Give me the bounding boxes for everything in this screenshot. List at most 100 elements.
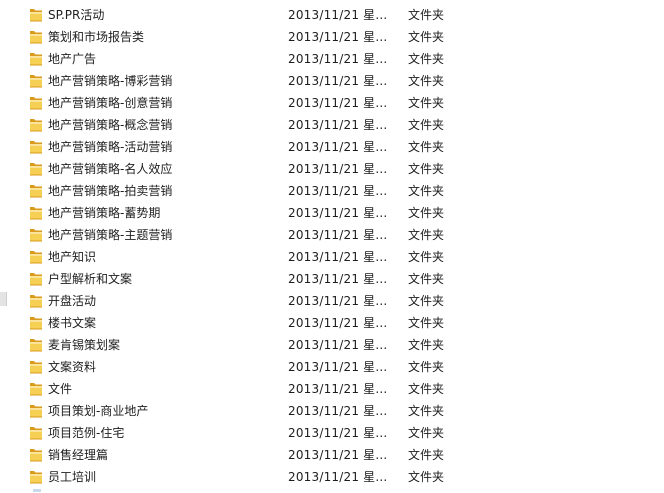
file-name[interactable]: 策划和市场报告类	[48, 30, 144, 44]
file-name[interactable]: 户型解析和文案	[48, 272, 132, 286]
folder-icon	[29, 205, 43, 220]
file-name[interactable]: 地产广告	[48, 52, 96, 66]
modified-date: 2013/11/21 星...	[288, 448, 388, 462]
modified-date: 2013/11/21 星...	[288, 52, 388, 66]
folder-icon	[29, 381, 43, 396]
modified-date: 2013/11/21 星...	[288, 426, 388, 440]
folder-icon	[29, 359, 43, 374]
file-row[interactable]: 地产营销策略-名人效应 2013/11/21 星... 文件夹	[0, 158, 664, 180]
folder-icon	[29, 469, 43, 484]
file-row[interactable]: 开盘活动 2013/11/21 星... 文件夹	[0, 290, 664, 312]
file-type: 文件夹	[408, 228, 445, 242]
file-name[interactable]: 员工培训	[48, 470, 96, 484]
file-name[interactable]: 地产营销策略-概念营销	[48, 118, 172, 132]
file-name[interactable]: 楼书文案	[48, 316, 96, 330]
modified-date: 2013/11/21 星...	[288, 184, 388, 198]
file-type: 文件夹	[408, 294, 445, 308]
file-type: 文件夹	[408, 448, 445, 462]
file-name[interactable]: 地产营销策略-创意营销	[48, 96, 172, 110]
file-row[interactable]: 员工培训 2013/11/21 星... 文件夹	[0, 466, 664, 488]
file-type: 文件夹	[408, 162, 445, 176]
file-row[interactable]: 策划和市场报告类 2013/11/21 星... 文件夹	[0, 26, 664, 48]
modified-date: 2013/11/21 星...	[288, 470, 388, 484]
modified-date: 2013/11/21 星...	[288, 360, 388, 374]
file-row[interactable]: 地产营销策略-主题营销 2013/11/21 星... 文件夹	[0, 224, 664, 246]
modified-date: 2013/11/21 星...	[288, 96, 388, 110]
file-type: 文件夹	[408, 30, 445, 44]
file-type: 文件夹	[408, 96, 445, 110]
file-row[interactable]: 文件 2013/11/21 星... 文件夹	[0, 378, 664, 400]
file-name[interactable]: 文案资料	[48, 360, 96, 374]
modified-date: 2013/11/21 星...	[288, 272, 388, 286]
folder-icon	[29, 293, 43, 308]
folder-icon	[29, 117, 43, 132]
file-row[interactable]: 地产知识 2013/11/21 星... 文件夹	[0, 246, 664, 268]
file-name[interactable]: 地产知识	[48, 250, 96, 264]
file-type: 文件夹	[408, 382, 445, 396]
file-name[interactable]: 项目范例-住宅	[48, 426, 124, 440]
file-row[interactable]: 地产营销策略-创意营销 2013/11/21 星... 文件夹	[0, 92, 664, 114]
file-row[interactable]: 楼书文案 2013/11/21 星... 文件夹	[0, 312, 664, 334]
file-type: 文件夹	[408, 74, 445, 88]
file-type: 文件夹	[408, 206, 445, 220]
next-row-edge	[33, 489, 41, 492]
file-name[interactable]: 地产营销策略-蓄势期	[48, 206, 160, 220]
file-name[interactable]: 地产营销策略-拍卖营销	[48, 184, 172, 198]
file-name[interactable]: 地产营销策略-名人效应	[48, 162, 172, 176]
modified-date: 2013/11/21 星...	[288, 8, 388, 22]
file-row[interactable]: 地产营销策略-拍卖营销 2013/11/21 星... 文件夹	[0, 180, 664, 202]
file-name[interactable]: 开盘活动	[48, 294, 96, 308]
scrollbar-stub[interactable]	[0, 292, 7, 306]
file-type: 文件夹	[408, 118, 445, 132]
folder-icon	[29, 95, 43, 110]
file-row[interactable]: 地产营销策略-博彩营销 2013/11/21 星... 文件夹	[0, 70, 664, 92]
folder-icon	[29, 183, 43, 198]
file-type: 文件夹	[408, 360, 445, 374]
modified-date: 2013/11/21 星...	[288, 338, 388, 352]
file-name[interactable]: 销售经理篇	[48, 448, 108, 462]
modified-date: 2013/11/21 星...	[288, 250, 388, 264]
file-name[interactable]: 地产营销策略-博彩营销	[48, 74, 172, 88]
folder-icon	[29, 403, 43, 418]
file-row[interactable]: 麦肯锡策划案 2013/11/21 星... 文件夹	[0, 334, 664, 356]
folder-icon	[29, 29, 43, 44]
file-row[interactable]: 项目范例-住宅 2013/11/21 星... 文件夹	[0, 422, 664, 444]
file-type: 文件夹	[408, 184, 445, 198]
file-row[interactable]: 户型解析和文案 2013/11/21 星... 文件夹	[0, 268, 664, 290]
file-type: 文件夹	[408, 140, 445, 154]
file-row[interactable]: 项目策划-商业地产 2013/11/21 星... 文件夹	[0, 400, 664, 422]
file-type: 文件夹	[408, 470, 445, 484]
file-type: 文件夹	[408, 426, 445, 440]
folder-icon	[29, 271, 43, 286]
folder-icon	[29, 73, 43, 88]
file-type: 文件夹	[408, 250, 445, 264]
modified-date: 2013/11/21 星...	[288, 74, 388, 88]
folder-icon	[29, 447, 43, 462]
file-row[interactable]: 地产广告 2013/11/21 星... 文件夹	[0, 48, 664, 70]
modified-date: 2013/11/21 星...	[288, 228, 388, 242]
file-row[interactable]: 销售经理篇 2013/11/21 星... 文件夹	[0, 444, 664, 466]
folder-icon	[29, 315, 43, 330]
file-row[interactable]: 地产营销策略-活动营销 2013/11/21 星... 文件夹	[0, 136, 664, 158]
file-type: 文件夹	[408, 52, 445, 66]
file-name[interactable]: SP.PR活动	[48, 8, 104, 22]
file-row[interactable]: 地产营销策略-概念营销 2013/11/21 星... 文件夹	[0, 114, 664, 136]
modified-date: 2013/11/21 星...	[288, 162, 388, 176]
file-name[interactable]: 地产营销策略-主题营销	[48, 228, 172, 242]
file-type: 文件夹	[408, 404, 445, 418]
modified-date: 2013/11/21 星...	[288, 316, 388, 330]
file-row[interactable]: 地产营销策略-蓄势期 2013/11/21 星... 文件夹	[0, 202, 664, 224]
file-name[interactable]: 文件	[48, 382, 72, 396]
modified-date: 2013/11/21 星...	[288, 382, 388, 396]
file-name[interactable]: 麦肯锡策划案	[48, 338, 120, 352]
file-row[interactable]: 文案资料 2013/11/21 星... 文件夹	[0, 356, 664, 378]
file-row[interactable]: SP.PR活动 2013/11/21 星... 文件夹	[0, 4, 664, 26]
file-type: 文件夹	[408, 316, 445, 330]
file-name[interactable]: 地产营销策略-活动营销	[48, 140, 172, 154]
file-name[interactable]: 项目策划-商业地产	[48, 404, 148, 418]
folder-icon	[29, 337, 43, 352]
file-type: 文件夹	[408, 338, 445, 352]
modified-date: 2013/11/21 星...	[288, 118, 388, 132]
folder-icon	[29, 139, 43, 154]
folder-icon	[29, 51, 43, 66]
